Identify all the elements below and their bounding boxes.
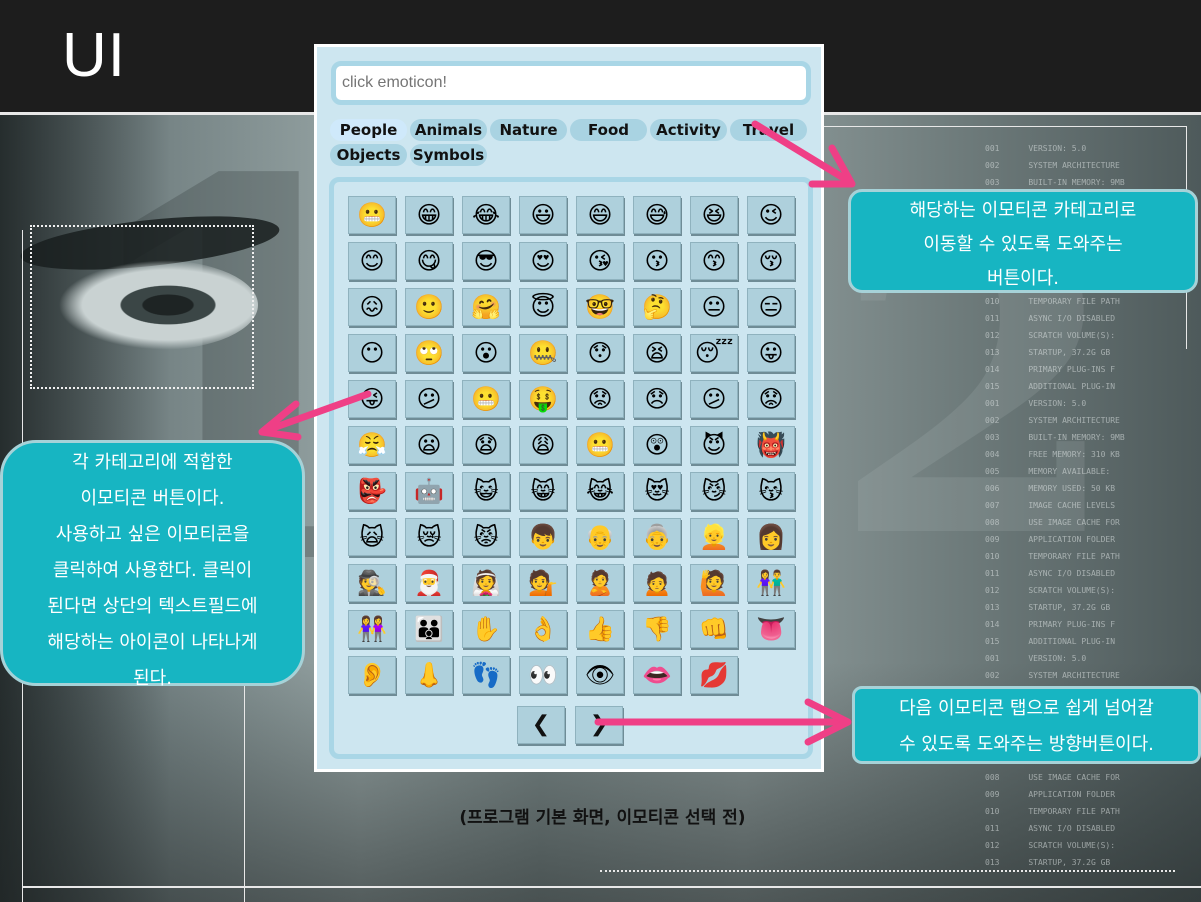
arrow-to-grid-callout [258,390,372,436]
annotation-arrows [258,120,856,746]
figure-caption: (프로그램 기본 화면, 이모티콘 선택 전) [459,808,746,828]
